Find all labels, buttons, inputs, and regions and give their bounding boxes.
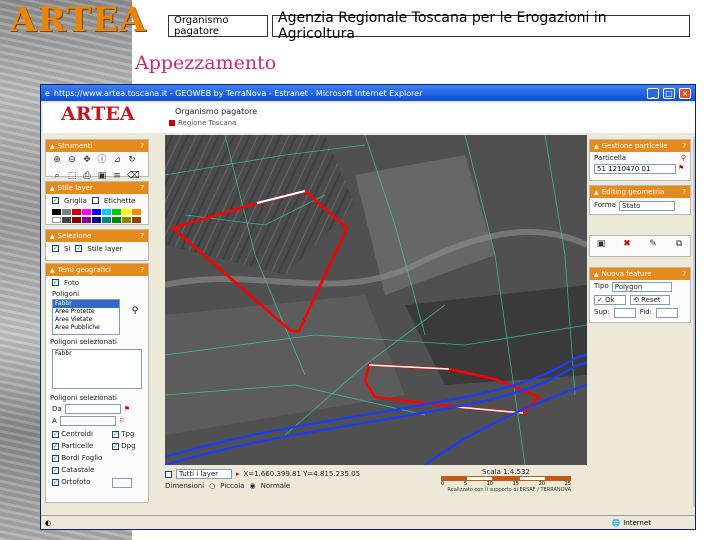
type-select[interactable]: Polygon: [611, 282, 672, 292]
style-panel: ▲ Stile layer? ✓ Griglia Etichette: [45, 181, 149, 225]
area-field[interactable]: [613, 308, 636, 318]
clear-icon[interactable]: ⌫: [127, 171, 140, 181]
window-title: https://www.artea.toscana.it - GEOWEB by…: [53, 88, 423, 98]
region-label: Regione Toscana: [169, 119, 236, 127]
zone-label: Internet: [623, 518, 651, 527]
pan-icon[interactable]: ✥: [82, 155, 92, 165]
zoom-in-icon[interactable]: ⊕: [52, 155, 62, 165]
selection-panel: ▲ Selezione? ✓ Sì ✓ Stile layer: [45, 229, 149, 261]
labels-checkbox[interactable]: [91, 197, 99, 204]
orthophoto-map[interactable]: [165, 135, 587, 465]
edit-tools-panel: ▣ ✖ ✎ ⧉: [589, 235, 691, 257]
layer-select[interactable]: Tutti i layer: [176, 469, 232, 479]
map-view[interactable]: [165, 135, 587, 465]
from-input[interactable]: [64, 404, 121, 414]
scrollbar[interactable]: [693, 137, 695, 507]
ie-icon: e: [45, 88, 50, 98]
coordinates: X=1.660.399.81 Y=4.815.235.05: [243, 470, 361, 478]
status-bar: ◐ 🌐 Internet: [41, 515, 695, 529]
maximize-button[interactable]: □: [663, 87, 675, 99]
app-header: ARTEA Organismo pagatore Regione Toscana: [43, 103, 695, 133]
internet-zone-icon: 🌐: [611, 518, 621, 527]
form-select[interactable]: Stato: [618, 201, 675, 211]
slide-title: Appezzamento: [135, 52, 277, 74]
save-icon[interactable]: ▣: [97, 171, 107, 181]
layer-list[interactable]: Fabbr Aree Protette Aree Vietate Aree Pu…: [52, 299, 120, 335]
window-titlebar: e https://www.artea.toscana.it - GEOWEB …: [41, 85, 695, 101]
tools-panel: ▲ Strumenti? ⊕ ⊖ ✥ ⓘ ⊿ ↻ ⌕ ⬚ ⎙ ▣ ≡ ⌫: [45, 139, 149, 181]
new-feature-panel: ▲ Nuova feature? Tipo Polygon ✓ Ok ⟲ Reset…: [589, 267, 691, 323]
parcel-panel: ▲ Gestione particelle? Particella ⚲ 51 121…: [589, 139, 691, 181]
flag-icon: [169, 120, 175, 126]
editing-panel: ▲ Editing geometria? Forma Stato: [589, 185, 691, 215]
color-palette[interactable]: [46, 208, 148, 216]
car-icon[interactable]: ⚐: [119, 417, 125, 425]
delete-feature-icon[interactable]: ✖: [622, 239, 632, 249]
reset-button[interactable]: ⟲ Reset: [630, 295, 670, 305]
refresh-icon[interactable]: ↻: [127, 155, 137, 165]
measure-icon[interactable]: ⊿: [112, 155, 122, 165]
minimize-button[interactable]: _: [647, 87, 659, 99]
split-feature-icon[interactable]: ⧉: [674, 239, 684, 249]
select-style-checkbox[interactable]: ✓: [75, 245, 83, 252]
themes-panel: ▲ Temi geografici? ✓ Foto Poligoni Fabbr A…: [45, 263, 149, 503]
layer-toggle-checkbox[interactable]: [165, 470, 172, 478]
tools-panel-header[interactable]: ▲ Strumenti?: [46, 140, 148, 152]
organismo-label: Organismo pagatore: [168, 15, 268, 37]
print-icon[interactable]: ⎙: [82, 171, 92, 181]
select-icon[interactable]: ⬚: [67, 171, 77, 181]
grid-checkbox[interactable]: ✓: [52, 197, 59, 204]
save-feature-icon[interactable]: ▣: [596, 239, 606, 249]
select-yes-checkbox[interactable]: ✓: [52, 245, 59, 252]
info-icon[interactable]: ⓘ: [97, 155, 107, 165]
parcel-select[interactable]: 51 1210470 01: [594, 164, 676, 174]
close-button[interactable]: ×: [679, 87, 691, 99]
radio-small[interactable]: ○: [209, 482, 215, 490]
to-input[interactable]: [59, 416, 116, 426]
app-logo: ARTEA: [61, 103, 135, 125]
selected-polygons-list[interactable]: Fabbr: [52, 349, 142, 389]
app-org-label: Organismo pagatore: [175, 107, 258, 116]
scale-bar: Scala 1:4.532 0 5 10 15 20 25 Realizzato con …: [441, 468, 572, 493]
layer-checkboxes: ✓ Centroidi ✓ Tpg ✓ Particelle ✓ Dpg ✓ B…: [52, 430, 136, 488]
ok-button[interactable]: ✓ Ok: [594, 295, 626, 305]
credit-text: Realizzato con il supporto di ERSAF / TE…: [447, 487, 571, 493]
binoculars-icon[interactable]: ⚲: [130, 306, 140, 316]
pointer-icon: ▸: [236, 470, 240, 478]
parcel-search-icon[interactable]: ⚲: [681, 154, 686, 162]
browser-window: e https://www.artea.toscana.it - GEOWEB …: [40, 84, 696, 530]
agency-title: Agenzia Regionale Toscana per le Erogazi…: [272, 10, 690, 42]
edit-feature-icon[interactable]: ✎: [648, 239, 658, 249]
fid-field[interactable]: [655, 308, 678, 318]
page-status-icon: ◐: [45, 518, 52, 527]
parcel-go-icon[interactable]: ⚑: [678, 164, 684, 174]
layers-icon[interactable]: ≡: [112, 171, 122, 181]
search-icon[interactable]: ⌕: [52, 171, 62, 181]
artea-logo: ARTEA: [10, 0, 147, 40]
filter-icon[interactable]: ⚑: [124, 405, 130, 413]
zoom-out-icon[interactable]: ⊖: [67, 155, 77, 165]
foto-checkbox[interactable]: ✓: [52, 279, 59, 286]
radio-normal[interactable]: ◉: [250, 482, 256, 490]
